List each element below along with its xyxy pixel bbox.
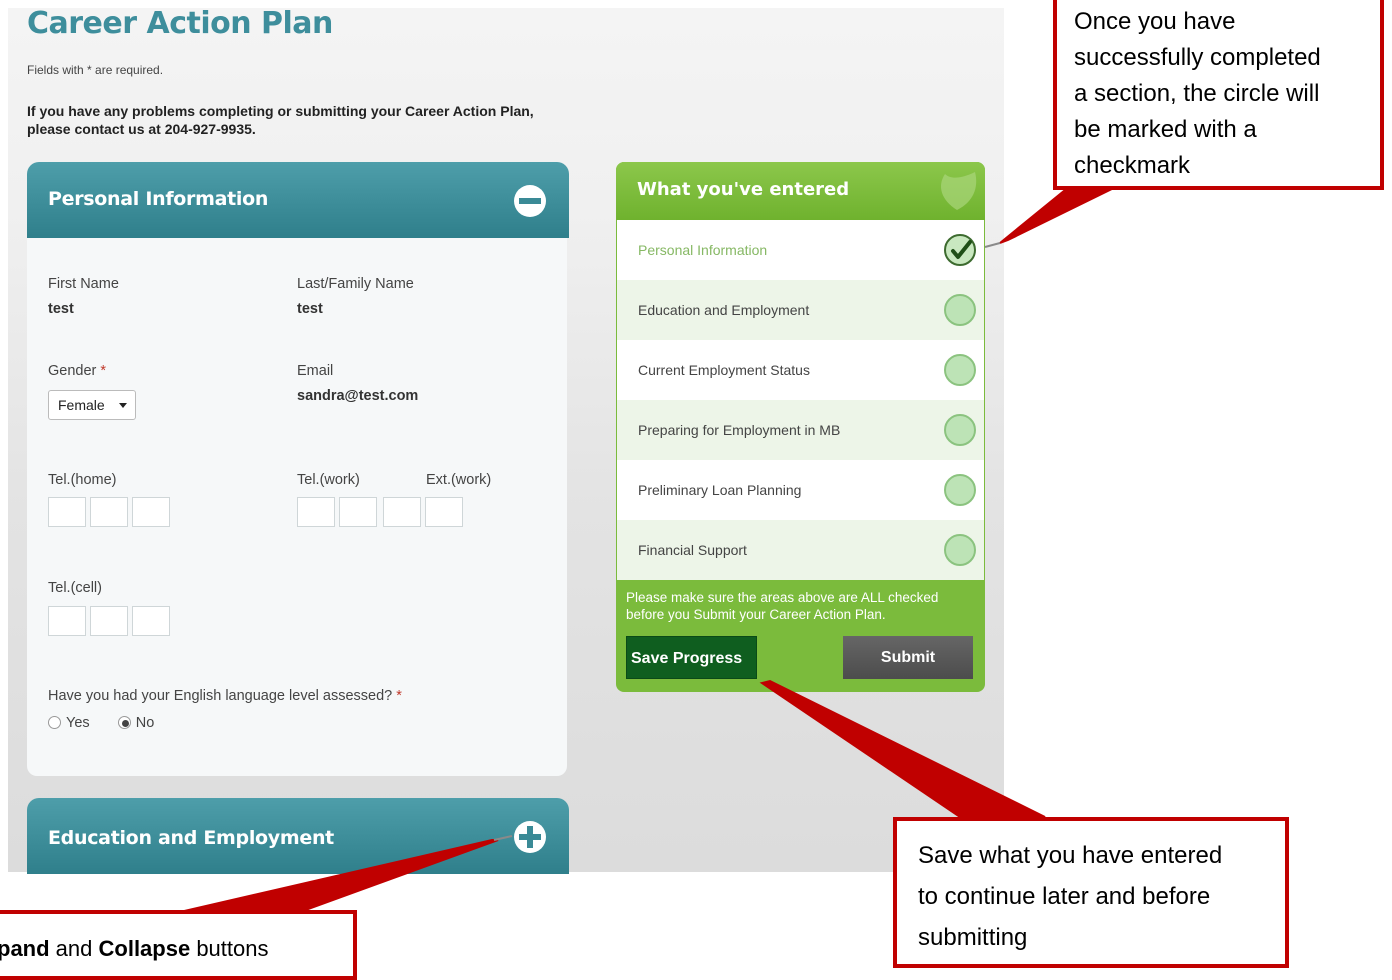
annotation-line: be marked with a	[1074, 116, 1257, 143]
annotation-line: pand and Collapse buttons	[0, 931, 268, 967]
annotation-expand-collapse: pand and Collapse buttons	[0, 910, 357, 980]
annotation-save: Save what you have entered to continue l…	[893, 817, 1289, 968]
annotation-checkmark: Once you have successfully completed a s…	[1053, 0, 1384, 190]
annotation-text: and	[49, 936, 99, 961]
annotation-bold: pand	[0, 936, 50, 961]
annotation-line: checkmark	[1074, 152, 1191, 179]
annotation-line: submitting	[918, 924, 1028, 951]
annotation-line: a section, the circle will	[1074, 80, 1320, 107]
annotation-line: Once you have	[1074, 8, 1236, 35]
annotation-line: to continue later and before	[918, 883, 1211, 910]
annotation-line: Save what you have entered	[918, 842, 1223, 869]
annotation-bold: Collapse	[98, 936, 191, 961]
annotation-line: successfully completed	[1074, 44, 1321, 71]
annotation-text: buttons	[190, 936, 269, 961]
